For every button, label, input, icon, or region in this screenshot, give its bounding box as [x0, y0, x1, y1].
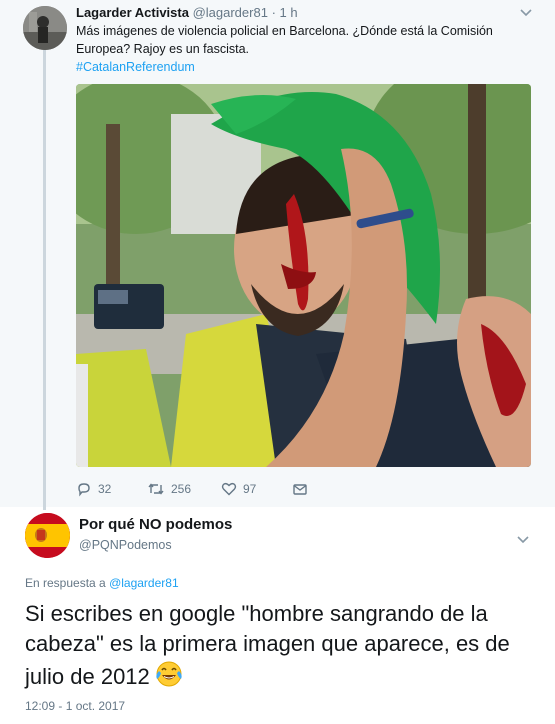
like-count: 97 [243, 482, 257, 496]
chevron-down-icon[interactable] [516, 533, 530, 545]
retweet-icon [147, 481, 165, 497]
tweet-text: Si escribes en google "hombre sangrando … [25, 599, 540, 692]
tweet-body: Si escribes en google "hombre sangrando … [25, 601, 510, 689]
tweet-header: Lagarder Activista @lagarder81 · 1 h [76, 5, 298, 20]
parent-tweet: Lagarder Activista @lagarder81 · 1 h Más… [0, 0, 555, 510]
avatar[interactable] [25, 513, 70, 558]
reply-button[interactable]: 32 [76, 478, 111, 500]
direct-message-button[interactable] [292, 478, 308, 500]
tweet-text: Más imágenes de violencia policial en Ba… [76, 22, 516, 76]
tweet-actions: 32 256 97 [76, 478, 376, 500]
avatar[interactable] [23, 6, 67, 50]
display-name[interactable]: Por qué NO podemos [79, 516, 232, 533]
thread-connector-line [43, 50, 46, 510]
tweet-timestamp[interactable]: 12:09 - 1 oct. 2017 [25, 699, 125, 713]
tweet-photo[interactable] [76, 84, 531, 467]
in-reply-link[interactable]: @lagarder81 [109, 576, 179, 590]
in-reply-prefix: En respuesta a [25, 576, 110, 590]
heart-icon [221, 481, 237, 497]
user-handle[interactable]: @lagarder81 [193, 5, 268, 20]
like-button[interactable]: 97 [221, 478, 256, 500]
separator-dot: · [271, 5, 276, 20]
user-handle[interactable]: @PQNPodemos [79, 538, 172, 552]
reply-icon [76, 481, 92, 497]
reply-count: 32 [98, 482, 112, 496]
tweet-time[interactable]: 1 h [280, 5, 298, 20]
tweet-body: Más imágenes de violencia policial en Ba… [76, 24, 493, 56]
retweet-count: 256 [171, 482, 192, 496]
envelope-icon [292, 481, 308, 497]
display-name[interactable]: Lagarder Activista [76, 5, 189, 20]
retweet-button[interactable]: 256 [147, 478, 191, 500]
tears-of-joy-emoji-icon [154, 659, 184, 689]
hashtag-link[interactable]: #CatalanReferendum [76, 58, 516, 76]
chevron-down-icon[interactable] [519, 6, 533, 18]
in-reply-to: En respuesta a @lagarder81 [25, 576, 179, 590]
